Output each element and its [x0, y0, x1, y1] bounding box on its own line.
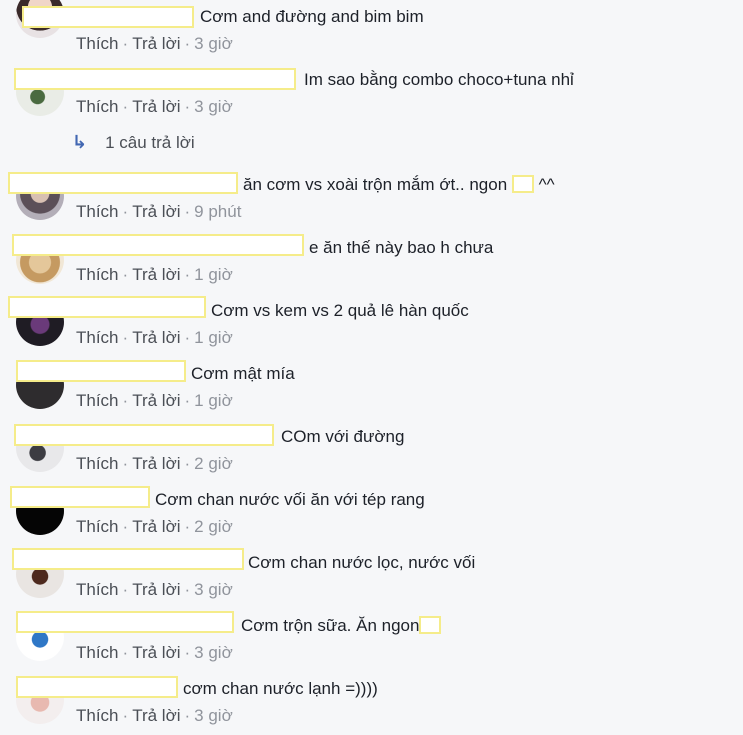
- comment-text: Cơm chan nước vối ăn với tép rang: [155, 490, 425, 509]
- reply-link[interactable]: Trả lời: [132, 97, 180, 116]
- comment-text: Cơm trộn sữa. Ăn ngon: [241, 615, 442, 637]
- commenter-name-redacted[interactable]: [14, 424, 274, 446]
- comment-text: Cơm chan nước lọc, nước vối: [248, 553, 476, 572]
- timestamp[interactable]: 1 giờ: [194, 328, 233, 347]
- comment-text: ăn cơm vs xoài trộn mắm ớt.. ngon ^^: [243, 175, 555, 194]
- comment-actions: Thích · Trả lời · 9 phút: [76, 201, 241, 223]
- like-link[interactable]: Thích: [76, 580, 119, 599]
- emoji-redacted: [419, 616, 442, 634]
- separator: ·: [184, 517, 191, 536]
- timestamp[interactable]: 3 giờ: [194, 97, 233, 116]
- timestamp[interactable]: 3 giờ: [194, 706, 233, 725]
- reply-link[interactable]: Trả lời: [132, 643, 180, 662]
- separator: ·: [122, 202, 129, 221]
- timestamp[interactable]: 9 phút: [194, 202, 241, 221]
- reply-link[interactable]: Trả lời: [132, 202, 180, 221]
- separator: ·: [122, 265, 129, 284]
- like-link[interactable]: Thích: [76, 391, 119, 410]
- commenter-name-redacted[interactable]: [12, 234, 304, 256]
- like-link[interactable]: Thích: [76, 706, 119, 725]
- separator: ·: [122, 643, 129, 662]
- like-link[interactable]: Thích: [76, 265, 119, 284]
- reply-link[interactable]: Trả lời: [132, 328, 180, 347]
- commenter-name-redacted[interactable]: [16, 360, 186, 382]
- separator: ·: [122, 391, 129, 410]
- timestamp[interactable]: 3 giờ: [194, 643, 233, 662]
- comment-actions: Thích · Trả lời · 2 giờ: [76, 516, 233, 538]
- timestamp[interactable]: 2 giờ: [194, 517, 233, 536]
- comment-actions: Thích · Trả lời · 3 giờ: [76, 705, 233, 727]
- commenter-name-redacted[interactable]: [14, 68, 296, 90]
- commenter-name-redacted[interactable]: [8, 296, 206, 318]
- separator: ·: [184, 391, 191, 410]
- timestamp[interactable]: 1 giờ: [194, 265, 233, 284]
- comment-text: e ăn thế này bao h chưa: [309, 238, 494, 257]
- comment-actions: Thích · Trả lời · 3 giờ: [76, 96, 233, 118]
- commenter-name-redacted[interactable]: [12, 548, 244, 570]
- separator: ·: [184, 328, 191, 347]
- like-link[interactable]: Thích: [76, 643, 119, 662]
- commenter-name-redacted[interactable]: [16, 611, 234, 633]
- separator: ·: [184, 454, 191, 473]
- separator: ·: [184, 265, 191, 284]
- reply-link[interactable]: Trả lời: [132, 391, 180, 410]
- like-link[interactable]: Thích: [76, 97, 119, 116]
- view-replies-link[interactable]: ↳ 1 câu trả lời: [72, 131, 195, 154]
- separator: ·: [122, 328, 129, 347]
- comment-text: Im sao bằng combo choco+tuna nhỉ: [304, 70, 574, 89]
- comment-text: Cơm mật mía: [191, 364, 295, 383]
- separator: ·: [122, 454, 129, 473]
- timestamp[interactable]: 2 giờ: [194, 454, 233, 473]
- comment-actions: Thích · Trả lời · 1 giờ: [76, 264, 233, 286]
- comment-actions: Thích · Trả lời · 1 giờ: [76, 327, 233, 349]
- comment-actions: Thích · Trả lời · 1 giờ: [76, 390, 233, 412]
- reply-link[interactable]: Trả lời: [132, 517, 180, 536]
- separator: ·: [184, 706, 191, 725]
- reply-link[interactable]: Trả lời: [132, 580, 180, 599]
- comment-actions: Thích · Trả lời · 2 giờ: [76, 453, 233, 475]
- separator: ·: [184, 643, 191, 662]
- commenter-name-redacted[interactable]: [8, 172, 238, 194]
- reply-link[interactable]: Trả lời: [132, 706, 180, 725]
- reply-link[interactable]: Trả lời: [132, 454, 180, 473]
- separator: ·: [122, 706, 129, 725]
- separator: ·: [122, 97, 129, 116]
- commenter-name-redacted[interactable]: [16, 676, 178, 698]
- separator: ·: [184, 97, 191, 116]
- reply-link[interactable]: Trả lời: [132, 265, 180, 284]
- comment-text: cơm chan nước lạnh =)))): [183, 679, 378, 698]
- timestamp[interactable]: 3 giờ: [194, 580, 233, 599]
- comment-actions: Thích · Trả lời · 3 giờ: [76, 642, 233, 664]
- like-link[interactable]: Thích: [76, 202, 119, 221]
- comment: cơm chan nước lạnh =)))) Thích · Trả lời · 3…: [0, 0, 743, 725]
- separator: ·: [122, 517, 129, 536]
- comment-text: Cơm vs kem vs 2 quả lê hàn quốc: [211, 301, 469, 320]
- like-link[interactable]: Thích: [76, 328, 119, 347]
- comment-text: COm với đường: [281, 427, 405, 446]
- like-link[interactable]: Thích: [76, 454, 119, 473]
- comment-actions: Thích · Trả lời · 3 giờ: [76, 579, 233, 601]
- like-link[interactable]: Thích: [76, 517, 119, 536]
- timestamp[interactable]: 1 giờ: [194, 391, 233, 410]
- separator: ·: [184, 580, 191, 599]
- separator: ·: [184, 202, 191, 221]
- separator: ·: [122, 580, 129, 599]
- reply-arrow-icon: ↳: [72, 132, 88, 152]
- emoji-redacted: [511, 175, 534, 193]
- commenter-name-redacted[interactable]: [10, 486, 150, 508]
